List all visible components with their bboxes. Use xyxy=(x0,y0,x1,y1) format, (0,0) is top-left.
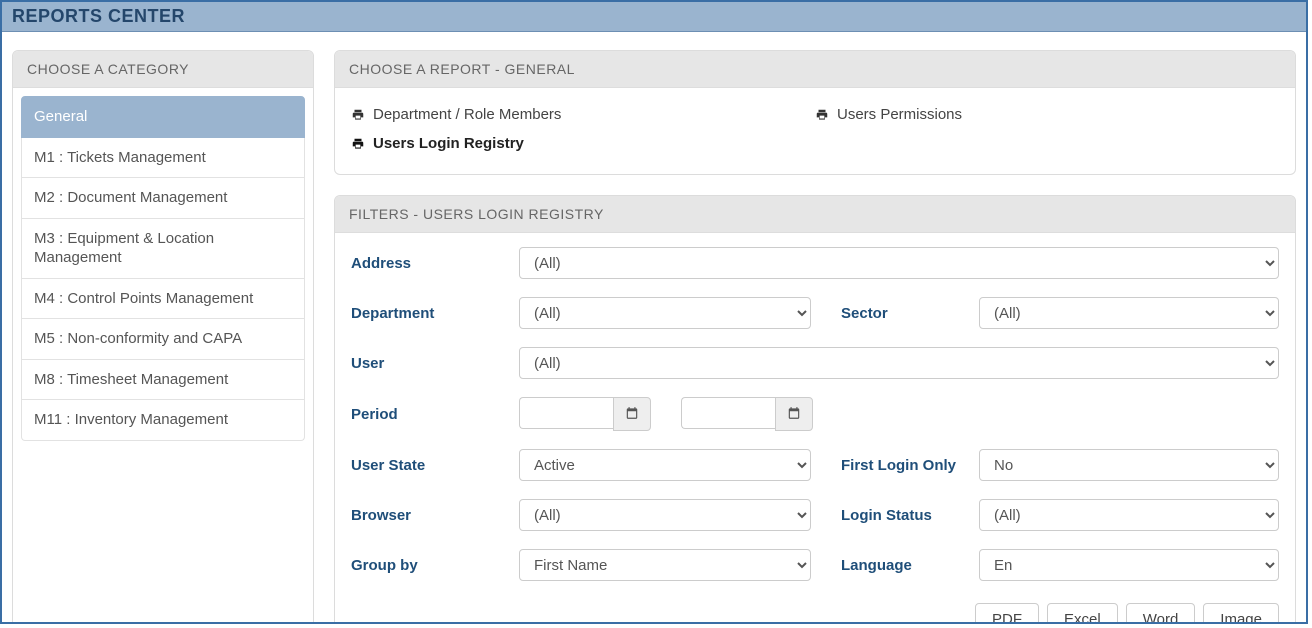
export-word-button[interactable]: Word xyxy=(1126,603,1196,624)
report-list: Department / Role Members Users Permissi… xyxy=(335,88,1295,174)
period-to-group xyxy=(681,397,813,431)
period-to-input[interactable] xyxy=(681,397,775,429)
report-panel: CHOOSE A REPORT - GENERAL Department / R… xyxy=(334,50,1296,175)
reports-center-window: REPORTS CENTER CHOOSE A CATEGORY General… xyxy=(0,0,1308,624)
browser-label: Browser xyxy=(351,507,519,524)
report-link-users-login-registry[interactable]: Users Login Registry xyxy=(351,129,815,158)
content-area: CHOOSE A CATEGORY General M1 : Tickets M… xyxy=(2,32,1306,624)
first-login-only-label: First Login Only xyxy=(811,457,979,474)
language-label: Language xyxy=(811,557,979,574)
filter-row-department-sector: Department (All) Sector (All) xyxy=(351,297,1279,329)
login-status-label: Login Status xyxy=(811,507,979,524)
print-icon xyxy=(351,108,365,122)
period-to-calendar-button[interactable] xyxy=(775,397,813,431)
language-select[interactable]: En xyxy=(979,549,1279,581)
category-item-m4[interactable]: M4 : Control Points Management xyxy=(21,279,305,320)
group-by-select[interactable]: First Name xyxy=(519,549,811,581)
category-item-m5[interactable]: M5 : Non-conformity and CAPA xyxy=(21,319,305,360)
filter-row-address: Address (All) xyxy=(351,247,1279,279)
sector-select[interactable]: (All) xyxy=(979,297,1279,329)
export-pdf-button[interactable]: PDF xyxy=(975,603,1039,624)
filters-body: Address (All) Department (All) Sector (A… xyxy=(335,233,1295,624)
category-item-m2[interactable]: M2 : Document Management xyxy=(21,178,305,219)
first-login-only-select[interactable]: No xyxy=(979,449,1279,481)
address-label: Address xyxy=(351,255,519,272)
category-item-general[interactable]: General xyxy=(21,96,305,138)
report-panel-header: CHOOSE A REPORT - GENERAL xyxy=(335,51,1295,88)
filter-row-browser-loginstatus: Browser (All) Login Status (All) xyxy=(351,499,1279,531)
print-icon xyxy=(815,108,829,122)
filter-row-userstate-firstlogin: User State Active First Login Only No xyxy=(351,449,1279,481)
address-select[interactable]: (All) xyxy=(519,247,1279,279)
export-image-button[interactable]: Image xyxy=(1203,603,1279,624)
user-state-label: User State xyxy=(351,457,519,474)
period-label: Period xyxy=(351,406,519,423)
titlebar: REPORTS CENTER xyxy=(2,2,1306,32)
category-list: General M1 : Tickets Management M2 : Doc… xyxy=(13,88,313,451)
report-link-dept-role-members[interactable]: Department / Role Members xyxy=(351,100,815,129)
report-link-label: Department / Role Members xyxy=(373,106,561,123)
print-icon xyxy=(351,137,365,151)
period-from-input[interactable] xyxy=(519,397,613,429)
category-panel: CHOOSE A CATEGORY General M1 : Tickets M… xyxy=(12,50,314,624)
filter-row-user: User (All) xyxy=(351,347,1279,379)
user-select[interactable]: (All) xyxy=(519,347,1279,379)
calendar-icon xyxy=(625,406,639,423)
category-item-m3[interactable]: M3 : Equipment & Location Management xyxy=(21,219,305,279)
browser-select[interactable]: (All) xyxy=(519,499,811,531)
department-select[interactable]: (All) xyxy=(519,297,811,329)
export-excel-button[interactable]: Excel xyxy=(1047,603,1118,624)
filters-panel: FILTERS - USERS LOGIN REGISTRY Address (… xyxy=(334,195,1296,624)
calendar-icon xyxy=(787,406,801,423)
filter-row-period: Period xyxy=(351,397,1279,431)
group-by-label: Group by xyxy=(351,557,519,574)
sector-label: Sector xyxy=(811,305,979,322)
user-state-select[interactable]: Active xyxy=(519,449,811,481)
filter-row-groupby-language: Group by First Name Language En xyxy=(351,549,1279,581)
filters-panel-header: FILTERS - USERS LOGIN REGISTRY xyxy=(335,196,1295,233)
report-link-users-permissions[interactable]: Users Permissions xyxy=(815,100,1279,129)
export-row: PDF Excel Word Image xyxy=(351,599,1279,624)
period-from-calendar-button[interactable] xyxy=(613,397,651,431)
report-link-label: Users Permissions xyxy=(837,106,962,123)
page-title: REPORTS CENTER xyxy=(12,6,185,26)
report-link-label: Users Login Registry xyxy=(373,135,524,152)
category-item-m11[interactable]: M11 : Inventory Management xyxy=(21,400,305,441)
period-from-group xyxy=(519,397,651,431)
category-item-m8[interactable]: M8 : Timesheet Management xyxy=(21,360,305,401)
user-label: User xyxy=(351,355,519,372)
login-status-select[interactable]: (All) xyxy=(979,499,1279,531)
department-label: Department xyxy=(351,305,519,322)
category-item-m1[interactable]: M1 : Tickets Management xyxy=(21,138,305,179)
category-panel-header: CHOOSE A CATEGORY xyxy=(13,51,313,88)
main-area: CHOOSE A REPORT - GENERAL Department / R… xyxy=(334,50,1296,624)
